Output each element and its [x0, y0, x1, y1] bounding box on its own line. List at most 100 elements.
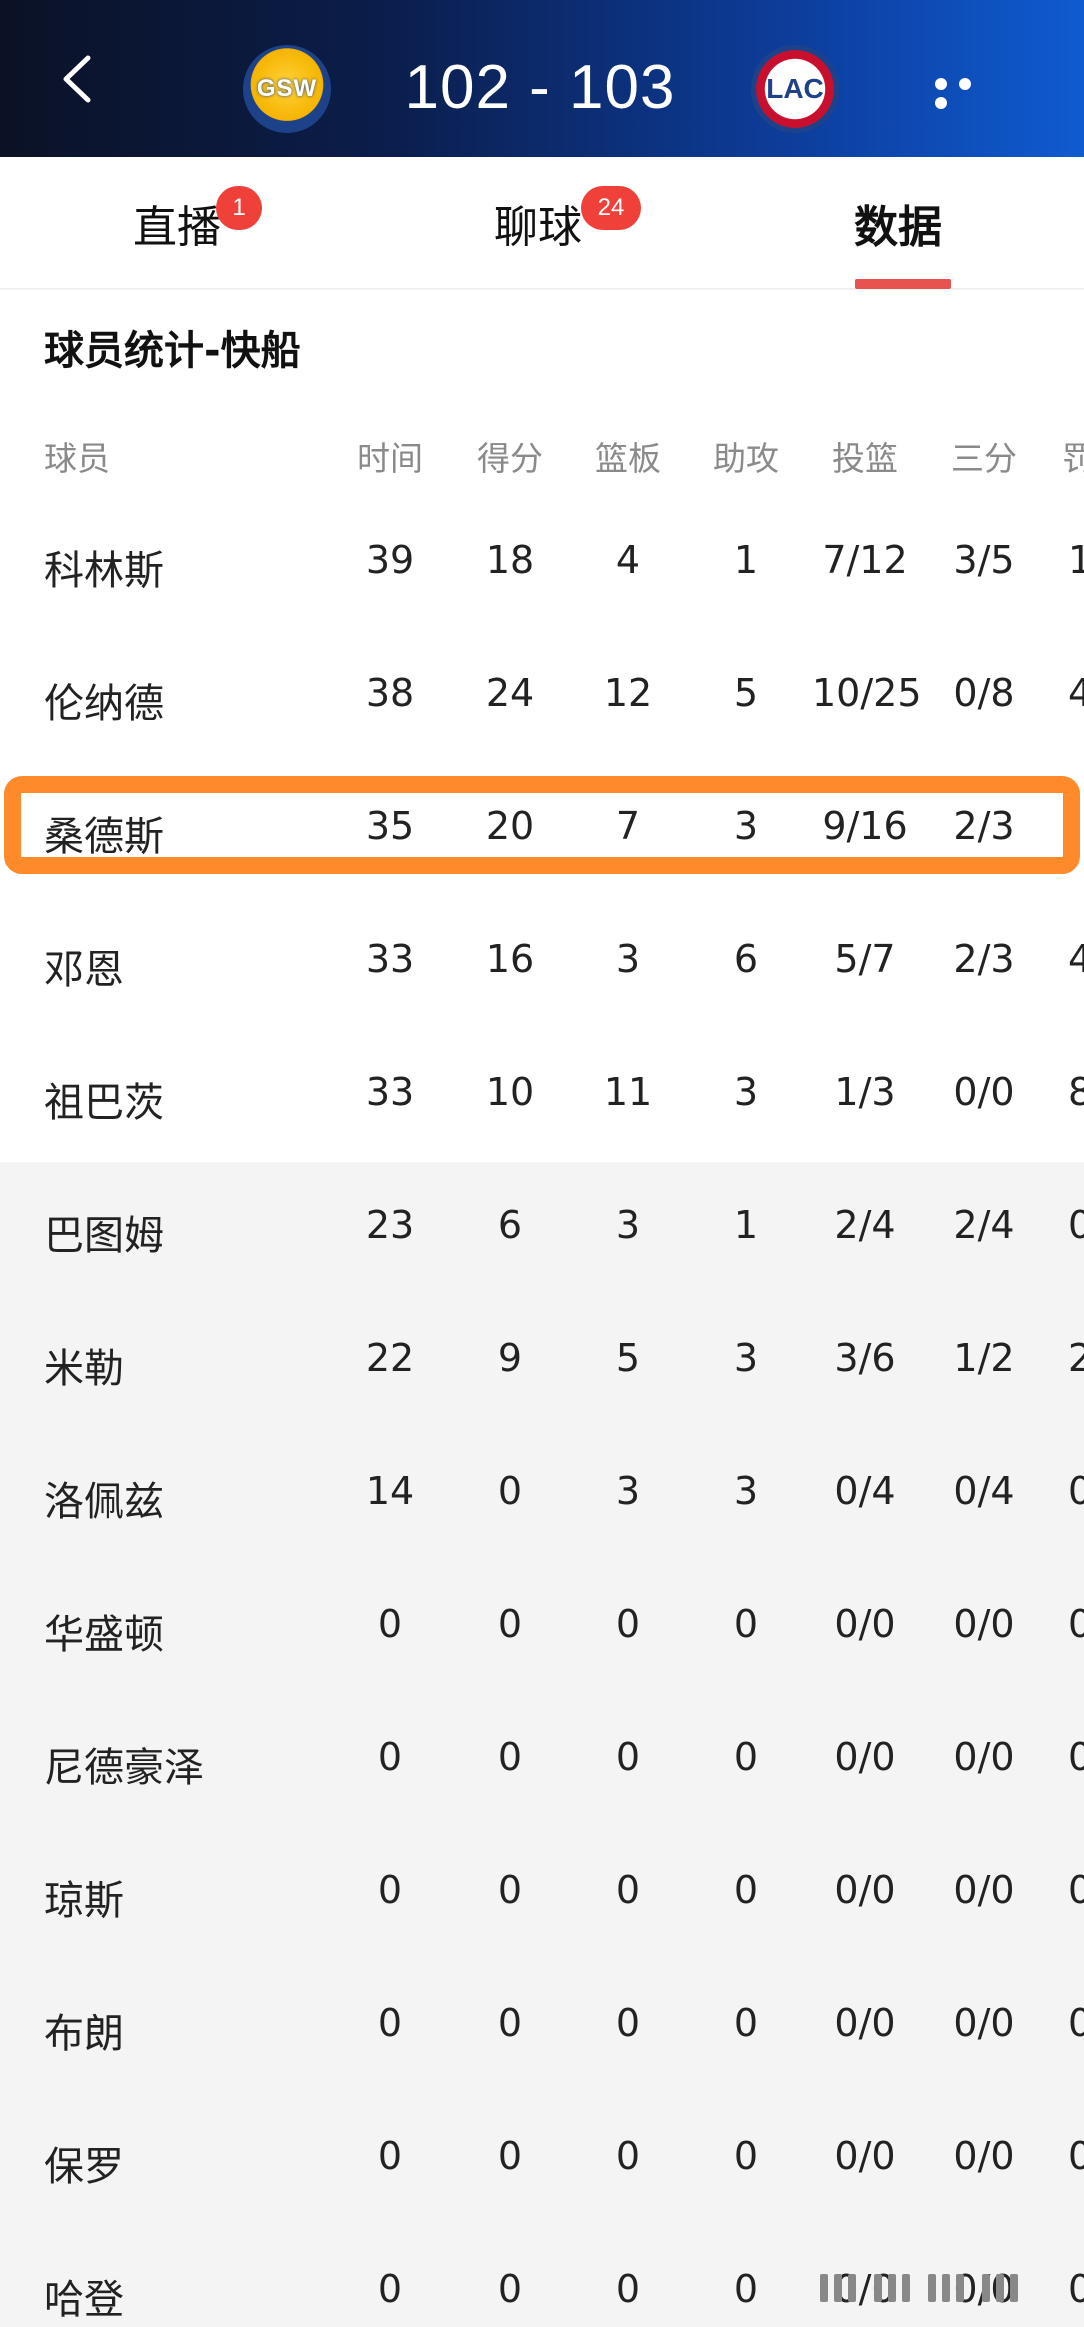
more-options-icon[interactable] — [935, 75, 1005, 109]
cell-points: 18 — [485, 538, 535, 582]
cell-player-name[interactable]: 科林斯 — [44, 538, 164, 596]
table-row[interactable]: 米勒 22 9 5 3 3/6 1/2 2 — [0, 1298, 1084, 1431]
cell-assists: 0 — [733, 2267, 759, 2311]
cell-player-name[interactable]: 布朗 — [44, 2001, 124, 2059]
cell-field-goals: 0/0 — [834, 2134, 896, 2178]
cell-rebounds: 3 — [615, 1203, 641, 1247]
col-header-free-throws[interactable]: 罚 — [1062, 432, 1084, 480]
cell-three-pointers: 0/0 — [953, 2134, 1015, 2178]
cell-free-throws: 0 — [1068, 1868, 1084, 1912]
cell-minutes: 23 — [365, 1203, 415, 1247]
cell-player-name[interactable]: 琼斯 — [44, 1868, 124, 1926]
cell-field-goals: 0/0 — [834, 1868, 896, 1912]
cell-three-pointers: 2/3 — [953, 937, 1015, 981]
cell-free-throws: 1 — [1068, 538, 1084, 582]
cell-field-goals: 3/6 — [834, 1336, 896, 1380]
table-row[interactable]: 祖巴茨 33 10 11 3 1/3 0/0 8 — [0, 1032, 1084, 1165]
chat-count-badge: 24 — [581, 186, 641, 230]
cell-player-name[interactable]: 伦纳德 — [44, 671, 164, 729]
cell-assists: 0 — [733, 2134, 759, 2178]
cell-minutes: 38 — [365, 671, 415, 715]
table-row[interactable]: 布朗 0 0 0 0 0/0 0/0 0 — [0, 1963, 1084, 2096]
col-header-field-goals[interactable]: 投篮 — [820, 432, 910, 480]
cell-points: 0 — [497, 1735, 523, 1779]
table-row[interactable]: 伦纳德 38 24 12 5 10/25 0/8 4 — [0, 633, 1084, 766]
table-row[interactable]: 科林斯 39 18 4 1 7/12 3/5 1 — [0, 500, 1084, 633]
table-row[interactable]: 巴图姆 23 6 3 1 2/4 2/4 0 — [0, 1165, 1084, 1298]
cell-three-pointers: 3/5 — [953, 538, 1015, 582]
cell-minutes: 0 — [377, 1868, 403, 1912]
col-header-rebounds[interactable]: 篮板 — [588, 432, 668, 480]
cell-rebounds: 0 — [615, 1735, 641, 1779]
cell-player-name[interactable]: 哈登 — [44, 2267, 124, 2325]
cell-field-goals: 5/7 — [834, 937, 896, 981]
cell-free-throws: 0 — [1068, 2001, 1084, 2045]
table-row[interactable]: 洛佩兹 14 0 3 3 0/4 0/4 0 — [0, 1431, 1084, 1564]
cell-player-name[interactable]: 邓恩 — [44, 937, 124, 995]
cell-field-goals: 10/25 — [812, 671, 922, 715]
cell-player-name[interactable]: 祖巴茨 — [44, 1070, 164, 1128]
cell-player-name[interactable]: 巴图姆 — [44, 1203, 164, 1261]
table-row[interactable]: 保罗 0 0 0 0 0/0 0/0 0 — [0, 2096, 1084, 2229]
cell-assists: 0 — [733, 1868, 759, 1912]
cell-points: 24 — [485, 671, 535, 715]
away-team-logo[interactable]: LAC — [751, 45, 839, 133]
table-row[interactable]: 琼斯 0 0 0 0 0/0 0/0 0 — [0, 1830, 1084, 1963]
cell-player-name[interactable]: 保罗 — [44, 2134, 124, 2192]
back-arrow-icon[interactable] — [52, 52, 106, 106]
cell-field-goals: 0/0 — [834, 2001, 896, 2045]
cell-player-name[interactable]: 米勒 — [44, 1336, 124, 1394]
cell-assists: 5 — [733, 671, 759, 715]
cell-minutes: 0 — [377, 2001, 403, 2045]
cell-three-pointers: 2/4 — [953, 1203, 1015, 1247]
cell-rebounds: 4 — [615, 538, 641, 582]
cell-rebounds: 12 — [603, 671, 653, 715]
tab-stats[interactable]: 数据 — [854, 191, 942, 255]
table-row[interactable]: 华盛顿 0 0 0 0 0/0 0/0 0 — [0, 1564, 1084, 1697]
col-header-three-pointers[interactable]: 三分 — [942, 432, 1026, 480]
cell-points: 0 — [497, 2001, 523, 2045]
cell-rebounds: 5 — [615, 1336, 641, 1380]
cell-points: 0 — [497, 2267, 523, 2311]
table-row[interactable]: 尼德豪泽 0 0 0 0 0/0 0/0 0 — [0, 1697, 1084, 1830]
home-team-logo[interactable]: GSW — [243, 45, 331, 133]
cell-points: 6 — [497, 1203, 523, 1247]
cell-player-name[interactable]: 华盛顿 — [44, 1602, 164, 1660]
cell-rebounds: 11 — [603, 1070, 653, 1114]
cell-player-name[interactable]: 尼德豪泽 — [44, 1735, 204, 1793]
table-row[interactable]: 邓恩 33 16 3 6 5/7 2/3 4 — [0, 899, 1084, 1032]
cell-field-goals: 7/12 — [822, 538, 908, 582]
cell-free-throws: 0 — [1068, 1735, 1084, 1779]
cell-free-throws: 0 — [1068, 2267, 1084, 2311]
cell-player-name[interactable]: 洛佩兹 — [44, 1469, 164, 1527]
cell-assists: 3 — [733, 1469, 759, 1513]
game-score: 102 - 103 — [404, 53, 676, 122]
stats-header-row: 球员 时间 得分 篮板 助攻 投篮 三分 罚 — [0, 432, 1084, 482]
cell-three-pointers: 0/0 — [953, 1735, 1015, 1779]
cell-free-throws: 0 — [1068, 1602, 1084, 1646]
cell-three-pointers: 1/2 — [953, 1336, 1015, 1380]
cell-assists: 3 — [733, 1336, 759, 1380]
cell-points: 10 — [485, 1070, 535, 1114]
tab-chat[interactable]: 聊球 — [494, 191, 582, 255]
cell-assists: 0 — [733, 2001, 759, 2045]
cell-field-goals: 0/0 — [834, 1735, 896, 1779]
cell-minutes: 0 — [377, 2134, 403, 2178]
cell-points: 9 — [497, 1336, 523, 1380]
col-header-minutes[interactable]: 时间 — [350, 432, 430, 480]
cell-rebounds: 0 — [615, 2267, 641, 2311]
cell-assists: 1 — [733, 1203, 759, 1247]
cell-points: 0 — [497, 1868, 523, 1912]
cell-field-goals: 0/4 — [834, 1469, 896, 1513]
cell-minutes: 0 — [377, 1735, 403, 1779]
cell-minutes: 33 — [365, 1070, 415, 1114]
tab-live[interactable]: 直播 — [133, 191, 221, 255]
cell-field-goals: 1/3 — [834, 1070, 896, 1114]
live-count-badge: 1 — [216, 186, 262, 230]
home-team-logo-text: GSW — [256, 75, 318, 102]
col-header-assists[interactable]: 助攻 — [706, 432, 786, 480]
cell-minutes: 0 — [377, 2267, 403, 2311]
col-header-player[interactable]: 球员 — [44, 432, 110, 480]
col-header-points[interactable]: 得分 — [470, 432, 550, 480]
cell-free-throws: 0 — [1068, 1203, 1084, 1247]
